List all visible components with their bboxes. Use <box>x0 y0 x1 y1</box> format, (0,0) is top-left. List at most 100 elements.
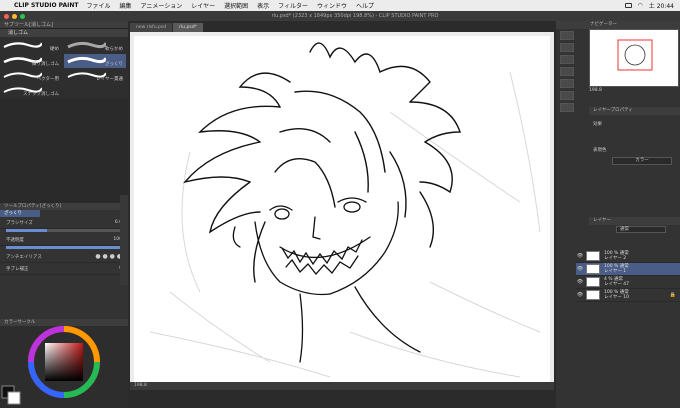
layer-name: レイヤー 1 <box>604 269 627 274</box>
subtool-group-tab[interactable]: 消しゴム <box>0 29 128 37</box>
menu-edit[interactable]: 編集 <box>120 1 132 10</box>
material-tab-icon[interactable] <box>560 67 574 76</box>
navigator-preview[interactable] <box>589 29 679 87</box>
app-menu[interactable]: CLIP STUDIO PAINT <box>14 2 78 9</box>
wifi-icon[interactable]: ◠ <box>638 2 643 9</box>
brush-label: ざっくり <box>105 62 123 67</box>
eye-icon[interactable]: 👁 <box>576 292 584 298</box>
zoom-window-icon[interactable] <box>20 13 25 19</box>
blend-mode-select[interactable]: 通常 <box>616 226 666 233</box>
drawing-canvas[interactable] <box>130 32 554 382</box>
subview-tab-icon[interactable] <box>560 43 574 52</box>
info-tab-icon[interactable] <box>560 55 574 64</box>
stabilization-row[interactable]: 手ブレ補正 0 <box>0 263 128 275</box>
battery-icon[interactable] <box>624 3 632 8</box>
tab-rlu[interactable]: rlu.psd* <box>173 23 203 32</box>
navigator-zoom-row[interactable]: 198.8 <box>589 88 679 96</box>
autoaction-tab-icon[interactable] <box>560 103 574 112</box>
subtool-pane-title: サブツール[消しゴム] <box>0 21 128 29</box>
eye-icon[interactable]: 👁 <box>576 253 584 259</box>
window-controls <box>0 13 130 19</box>
tab-new-rlsfu[interactable]: new rlsfu.psd <box>130 23 173 32</box>
brush-label: スナップ消しゴム <box>23 92 59 97</box>
opacity-slider-fill <box>6 246 122 249</box>
menu-view[interactable]: 表示 <box>257 1 269 10</box>
sub-color-swatch[interactable] <box>7 391 21 405</box>
layer-thumbnail <box>586 264 600 274</box>
antialias-options[interactable]: ● ● ● ● <box>95 253 122 260</box>
brush-stroke-icon <box>67 56 106 64</box>
brush-rough[interactable]: ざっくり <box>64 54 126 68</box>
brush-kneaded[interactable]: 練り消しゴム <box>0 54 62 68</box>
brush-label: 練り消しゴム <box>32 62 59 67</box>
antialias-row[interactable]: アンチエイリアス ● ● ● ● <box>0 251 128 263</box>
status-menu-area: ◠ 土 20:44 <box>624 1 680 10</box>
menu-file[interactable]: ファイル <box>86 1 110 10</box>
navigator-tab-icon[interactable] <box>560 31 574 40</box>
color-wheel-title: カラーサークル <box>0 319 128 326</box>
brush-label: レイヤー貫通 <box>96 77 123 82</box>
subtool-empty-area <box>0 99 128 203</box>
layer-name: レイヤー 10 <box>604 295 630 300</box>
clock[interactable]: 土 20:44 <box>649 1 674 10</box>
menu-selection[interactable]: 選択範囲 <box>224 1 248 10</box>
layer-thumbnail <box>586 251 600 261</box>
layer-row-selected[interactable]: 👁 100 % 通常 レイヤー 1 <box>576 263 680 276</box>
menu-window[interactable]: ウィンドウ <box>317 1 347 10</box>
layer-name: レイヤー 2 <box>604 256 627 261</box>
menu-layer[interactable]: レイヤー <box>191 1 215 10</box>
layer-row[interactable]: 👁 100 % 通常 レイヤー 2 <box>576 250 680 263</box>
eye-icon[interactable]: 👁 <box>576 266 584 272</box>
lock-icon[interactable]: 🔒 <box>670 292 676 298</box>
opacity-slider[interactable] <box>6 246 122 249</box>
tool-property-subtitle: ざっくり <box>0 210 40 217</box>
brush-soft[interactable]: 軟らかめ <box>64 39 126 53</box>
layer-thumbnail <box>586 277 600 287</box>
left-panels: サブツール[消しゴム] 消しゴム 硬め 軟らかめ 練り消しゴム ざっくり ベクタ… <box>0 21 128 408</box>
navigator-zoom-value[interactable]: 198.8 <box>589 88 602 93</box>
layer-name: レイヤー 47 <box>604 282 630 287</box>
effect-label: 効果 <box>593 122 602 127</box>
opacity-row[interactable]: 不透明度 100 <box>0 234 128 246</box>
tool-property-pane: ツールプロパティ[ざっくり] ざっくり ブラシサイズ 6.0 不透明度 100 … <box>0 203 128 275</box>
app-root: CLIP STUDIO PAINT ファイル 編集 アニメーション レイヤー 選… <box>0 0 680 408</box>
menu-filter[interactable]: フィルター <box>278 1 308 10</box>
expression-label: 表現色 <box>593 148 607 153</box>
panel-icon-strip <box>560 31 582 115</box>
close-window-icon[interactable] <box>4 13 9 19</box>
canvas-area[interactable] <box>130 32 554 382</box>
zoom-readout[interactable]: 198.8 <box>134 383 147 388</box>
mac-menubar: CLIP STUDIO PAINT ファイル 編集 アニメーション レイヤー 選… <box>0 0 680 11</box>
layer-row[interactable]: 👁 4 % 通常 レイヤー 47 <box>576 276 680 289</box>
brush-label: ベクター用 <box>36 77 59 82</box>
tool-property-title: ツールプロパティ[ざっくり] <box>0 203 128 210</box>
expression-color-select[interactable]: カラー <box>612 157 672 165</box>
brush-label: 軟らかめ <box>105 47 123 52</box>
color-wheel[interactable] <box>0 326 128 408</box>
brush-size-row[interactable]: ブラシサイズ 6.0 <box>0 217 128 229</box>
brush-size-slider-fill <box>6 229 47 232</box>
brush-vector[interactable]: ベクター用 <box>0 69 62 83</box>
brush-through-layer[interactable]: レイヤー貫通 <box>64 69 126 83</box>
layer-property-tab-icon[interactable] <box>560 79 574 88</box>
history-tab-icon[interactable] <box>560 91 574 100</box>
canvas-statusbar: 198.8 <box>130 382 554 390</box>
layer-names: 4 % 通常 レイヤー 47 <box>604 277 629 287</box>
layer-list: 👁 100 % 通常 レイヤー 2 👁 100 % 通常 レイヤー 1 👁 4 … <box>576 250 680 302</box>
brush-stroke-icon <box>3 42 42 48</box>
brush-label: 硬め <box>50 47 59 52</box>
menu-help[interactable]: ヘルプ <box>356 1 374 10</box>
brush-size-slider[interactable] <box>6 229 122 232</box>
menu-animation[interactable]: アニメーション <box>141 1 183 10</box>
subtool-brush-list: 硬め 軟らかめ 練り消しゴム ざっくり ベクター用 レイヤー貫通 スナップ消しゴ… <box>0 37 128 99</box>
right-panels: ナビゲーター 198.8 レイヤープロパティ 効果 表現色 カラー レイヤー 通… <box>556 21 680 408</box>
tool-strip <box>120 195 128 285</box>
brush-hard[interactable]: 硬め <box>0 39 62 53</box>
canvas-tabs: new rlsfu.psd rlu.psd* <box>130 23 203 32</box>
layer-row[interactable]: 👁 100 % 通常 レイヤー 10 🔒 <box>576 289 680 302</box>
minimize-window-icon[interactable] <box>12 13 17 19</box>
window-titlebar: rlu.psd* (2323 x 1849px 350dpi 198.8%) -… <box>0 11 680 21</box>
eye-icon[interactable]: 👁 <box>576 279 584 285</box>
navigator-title: ナビゲーター <box>556 21 680 29</box>
brush-snap[interactable]: スナップ消しゴム <box>0 84 62 98</box>
